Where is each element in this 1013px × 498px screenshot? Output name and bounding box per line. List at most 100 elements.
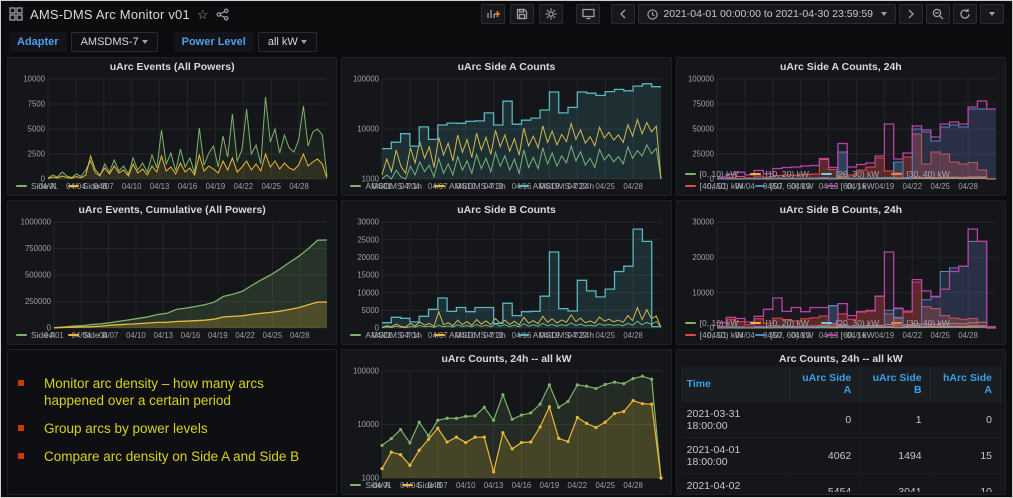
- chevron-down-icon: [141, 40, 148, 44]
- legend-item[interactable]: [40, 50) kW: [684, 329, 743, 341]
- legend-color-dash: [434, 334, 446, 336]
- cell-value: 0: [930, 401, 1001, 438]
- panel-title[interactable]: uArc Side A Counts, 24h: [681, 60, 1001, 75]
- cell-value: 0: [789, 401, 861, 438]
- grafana-dashboard: AMS-DMS Arc Monitor v01 ☆ 2021-04-01 00:…: [0, 0, 1013, 498]
- cell-time: 2021-04-02 18:00:00: [680, 473, 790, 492]
- note-bullet: Group arcs by power levels: [16, 421, 326, 438]
- legend-item[interactable]: Side A: [16, 329, 56, 341]
- panel-title[interactable]: uArc Events, Cumulative (All Powers): [12, 203, 332, 218]
- legend-item[interactable]: [20, 30) kW: [820, 317, 879, 329]
- legend-item[interactable]: Side B: [67, 329, 108, 341]
- chart-legend: Side A Side B: [12, 328, 332, 342]
- cell-value: 1: [859, 401, 931, 438]
- cycle-view-mode-button[interactable]: [576, 4, 601, 24]
- panel-title[interactable]: uArc Counts, 24h -- all kW: [346, 352, 666, 367]
- chevron-down-icon: [300, 40, 307, 44]
- legend-item[interactable]: AMSDMS-7 3h: [434, 329, 506, 341]
- legend-item[interactable]: [50, 60) kW: [755, 180, 814, 192]
- panel-title[interactable]: uArc Side B Counts: [346, 203, 666, 218]
- column-header-harc-side-a[interactable]: hArc Side A: [930, 367, 1001, 402]
- table-row: 2021-04-02 18:00:005454304110: [680, 473, 1001, 492]
- variable-label-power-level: Power Level: [173, 32, 254, 52]
- legend-item[interactable]: [30, 40) kW: [891, 317, 950, 329]
- refresh-button[interactable]: [953, 4, 977, 24]
- svg-text:10000: 10000: [692, 288, 714, 297]
- panel-uarc-events-cumulative: uArc Events, Cumulative (All Powers) 04/…: [7, 200, 338, 345]
- panel-side-a-counts: uArc Side A Counts 04/0104/0404/0704/100…: [341, 57, 672, 196]
- share-icon[interactable]: [216, 8, 229, 21]
- column-header-time[interactable]: Time: [680, 367, 790, 402]
- cell-value: 4062: [789, 437, 861, 474]
- chart-side-b-counts[interactable]: 04/0104/0404/0704/1004/1304/1604/1904/22…: [346, 218, 666, 340]
- column-header-uarc-side-b[interactable]: uArc Side B: [859, 367, 931, 402]
- table-header-row: Time uArc Side AuArc Side BhArc Side A: [680, 367, 1001, 402]
- variables-bar: Adapter AMSDMS-7 Power Level all kW: [1, 27, 1012, 57]
- time-range-forward-button[interactable]: [899, 4, 923, 24]
- legend-item[interactable]: [50, 60) kW: [755, 329, 814, 341]
- legend-item[interactable]: [60, ) kW: [825, 329, 875, 341]
- chart-legend: [0, 10) kW [10, 20) kW [20, 30) kW [30, 40)…: [681, 316, 1001, 342]
- panel-grid: uArc Events (All Powers) 04/0104/0404/07…: [7, 57, 1006, 495]
- cell-time: 2021-04-01 18:00:00: [680, 437, 790, 474]
- time-range-back-button[interactable]: [611, 4, 636, 24]
- legend-item[interactable]: [10, 20) kW: [750, 317, 809, 329]
- svg-text:750000: 750000: [25, 244, 52, 253]
- cell-value: 10: [930, 473, 1001, 492]
- variable-select-power-level[interactable]: all kW: [257, 32, 317, 52]
- time-range-picker[interactable]: 2021-04-01 00:00:00 to 2021-04-30 23:59:…: [638, 4, 896, 24]
- legend-item[interactable]: [0, 10) kW: [684, 317, 738, 329]
- legend-item[interactable]: AMSDMS-7 1h: [350, 180, 422, 192]
- legend-item[interactable]: [60, ) kW: [825, 180, 875, 192]
- legend-item[interactable]: [20, 30) kW: [820, 168, 879, 180]
- legend-item[interactable]: [0, 10) kW: [684, 168, 738, 180]
- panel-title[interactable]: uArc Events (All Powers): [12, 60, 332, 75]
- panel-title[interactable]: Arc Counts, 24h -- all kW: [681, 352, 1001, 367]
- cell-time: 2021-03-31 18:00:00: [680, 401, 790, 438]
- svg-text:5000: 5000: [28, 125, 46, 134]
- legend-color-dash: [820, 322, 832, 324]
- legend-color-dash: [350, 484, 362, 486]
- panel-side-a-counts-24h: uArc Side A Counts, 24h 04/01 04/04 04/07 0…: [675, 57, 1006, 196]
- dashboards-grid-icon[interactable]: [9, 7, 23, 21]
- legend-color-dash: [401, 484, 413, 486]
- legend-item[interactable]: Side B: [67, 180, 108, 192]
- chart-uarc-events-cumulative[interactable]: 04/01 04/04 04/07 04/10 04/13 04/16 04/19 04/22…: [12, 218, 332, 340]
- legend-item[interactable]: [10, 20) kW: [750, 168, 809, 180]
- chevron-down-icon: [989, 12, 995, 16]
- add-panel-button[interactable]: [481, 4, 506, 24]
- legend-item[interactable]: AMSDMS-7 3h: [434, 180, 506, 192]
- svg-text:7500: 7500: [28, 100, 46, 109]
- dashboard-settings-button[interactable]: [539, 4, 564, 24]
- cell-value: 3041: [859, 473, 931, 492]
- chart-uarc-counts-24h[interactable]: 04/0104/0404/0704/1004/1304/1604/1904/22…: [346, 367, 666, 490]
- variable-label-adapter: Adapter: [9, 32, 67, 52]
- table-row: 2021-03-31 18:00:00 0 1 0: [680, 401, 1001, 438]
- panel-title[interactable]: uArc Side B Counts, 24h: [681, 203, 1001, 218]
- panel-side-b-counts-24h: uArc Side B Counts, 24h 04/01 04/04 04/07 0…: [675, 200, 1006, 345]
- legend-item[interactable]: Side A: [350, 479, 390, 491]
- chart-side-a-counts[interactable]: 04/0104/0404/0704/1004/1304/1604/1904/22…: [346, 75, 666, 191]
- cell-value: 15: [930, 437, 1001, 474]
- chart-side-a-counts-24h[interactable]: 04/0104/0404/0704/1004/1304/1604/1904/22…: [681, 75, 1001, 191]
- svg-text:30000: 30000: [358, 218, 380, 227]
- column-header-uarc-side-a[interactable]: uArc Side A: [789, 367, 861, 402]
- legend-item[interactable]: Side B: [401, 479, 442, 491]
- legend-item[interactable]: [30, 40) kW: [891, 168, 950, 180]
- legend-item[interactable]: [40, 50) kW: [684, 180, 743, 192]
- zoom-out-time-button[interactable]: [926, 4, 950, 24]
- svg-text:20000: 20000: [692, 253, 714, 262]
- refresh-interval-dropdown[interactable]: [980, 4, 1004, 24]
- legend-item[interactable]: AMSDMS-7 24h: [517, 329, 594, 341]
- chart-side-b-counts-24h[interactable]: 04/0104/0404/0704/1004/1304/1604/1904/22…: [681, 218, 1001, 340]
- legend-item[interactable]: AMSDMS-7 1h: [350, 329, 422, 341]
- star-icon[interactable]: ☆: [197, 8, 209, 21]
- save-dashboard-button[interactable]: [510, 4, 535, 24]
- svg-text:20000: 20000: [358, 253, 380, 262]
- legend-item[interactable]: AMSDMS-7 24h: [517, 180, 594, 192]
- variable-select-adapter[interactable]: AMSDMS-7: [70, 32, 158, 52]
- svg-text:100000: 100000: [353, 367, 380, 376]
- legend-item[interactable]: Side A: [16, 180, 56, 192]
- panel-title[interactable]: uArc Side A Counts: [346, 60, 666, 75]
- chart-uarc-events[interactable]: 04/0104/0404/0704/1004/1304/1604/1904/22…: [12, 75, 332, 191]
